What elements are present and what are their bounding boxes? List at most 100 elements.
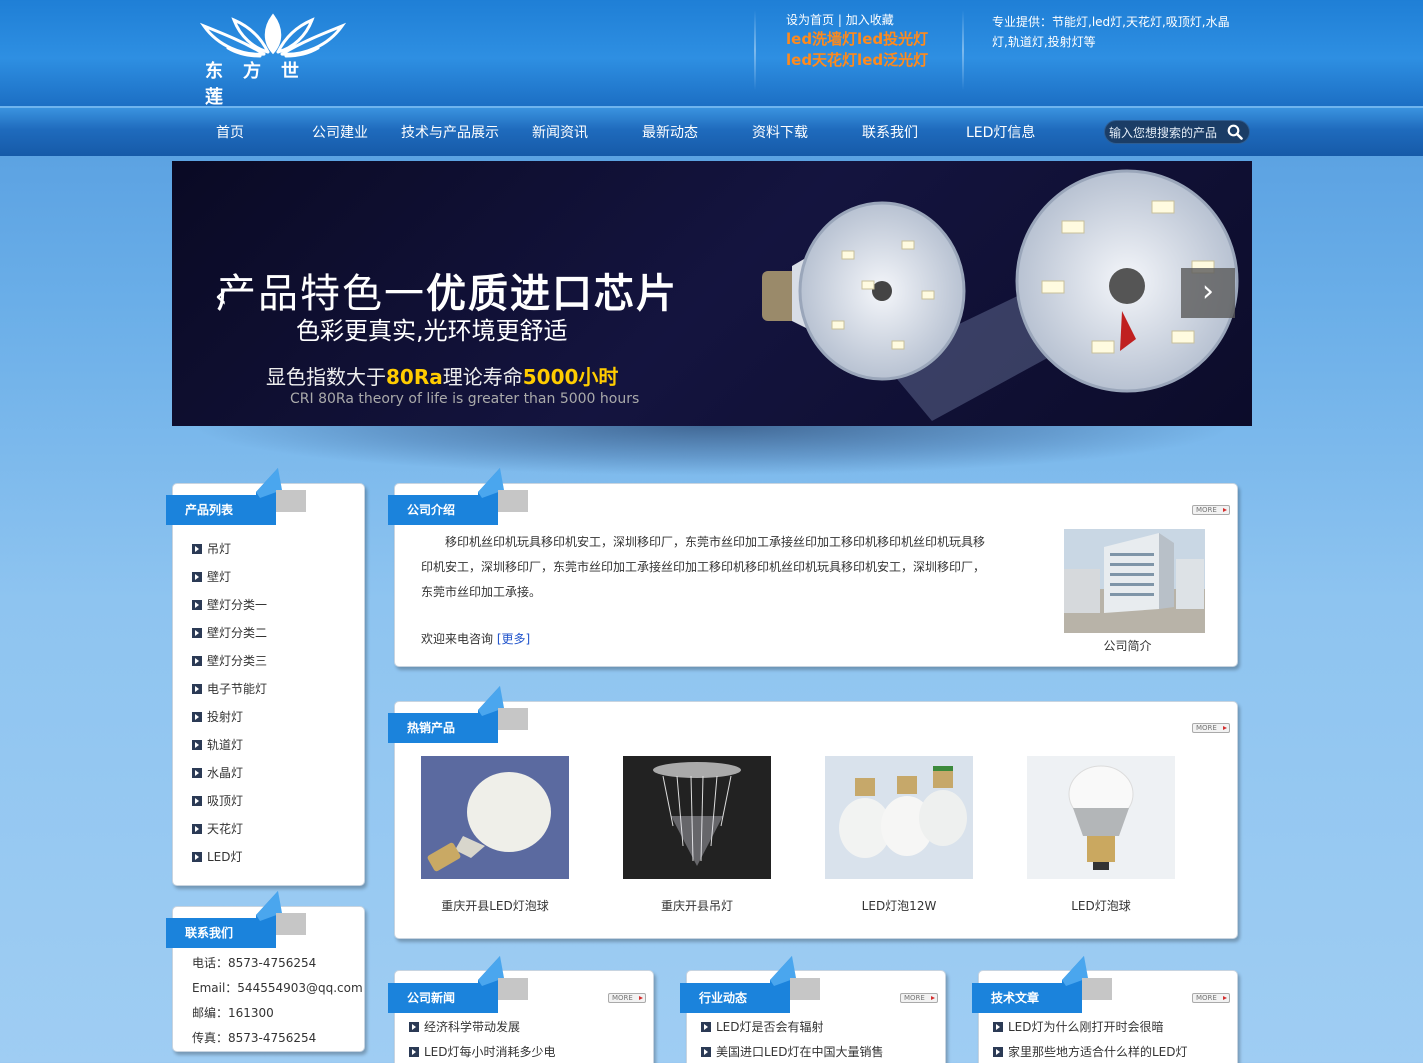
header-divider [754,10,756,90]
tab-flag-icon [478,686,528,730]
product-image-led-bulb[interactable] [421,756,569,879]
arrow-bullet-icon [192,796,202,806]
banner-english: CRI 80Ra theory of life is greater than … [290,391,640,407]
search-box [1104,120,1250,144]
arrow-bullet-icon [192,712,202,722]
arrow-bullet-icon [192,684,202,694]
list-item[interactable]: 壁灯分类一 [192,591,267,619]
main-nav: 首页 公司建业 技术与产品展示 新闻资讯 最新动态 资料下载 联系我们 LED灯… [0,106,1423,156]
product-caption[interactable]: 重庆开县吊灯 [617,897,777,914]
more-button[interactable]: MORE [900,993,938,1003]
product-image-led-globe[interactable] [1027,756,1175,879]
search-icon[interactable] [1227,124,1243,140]
link-separator: | [837,13,842,27]
search-input[interactable] [1109,124,1227,141]
top-links: 设为首页 | 加入收藏 [786,11,894,28]
led-bulb-image [762,169,1239,421]
tab-flag-icon [256,891,306,935]
tab-flag-icon [478,468,528,512]
list-item[interactable]: 投射灯 [192,703,267,731]
arrow-bullet-icon [192,768,202,778]
arrow-bullet-icon [192,656,202,666]
company-image-caption: 公司简介 [1103,639,1152,653]
add-favorite-link[interactable]: 加入收藏 [846,13,894,27]
contact-fax: 传真：8573-4756254 [192,1031,317,1045]
banner-subtitle: 色彩更真实,光环境更舒适 [296,317,568,345]
tab-flag-icon [1062,956,1112,1000]
arrow-bullet-icon [192,544,202,554]
nav-item-tech-products[interactable]: 技术与产品展示 [401,122,499,142]
contact-phone: 电话：8573-4756254 [192,956,317,970]
arrow-bullet-icon [701,1022,711,1032]
banner-prev-icon[interactable]: ‹ [200,271,242,321]
product-caption[interactable]: LED灯泡球 [1021,897,1181,914]
arrow-bullet-icon [192,852,202,862]
product-image-chandelier[interactable] [623,756,771,879]
more-button[interactable]: MORE [1192,505,1230,515]
more-button[interactable]: MORE [1192,723,1230,733]
header-divider [962,10,964,90]
list-item[interactable]: LED灯为什么刚打开时会很暗 [993,1015,1188,1040]
banner-next-icon[interactable]: › [1181,268,1235,318]
tech-articles-list: LED灯为什么刚打开时会很暗 家里那些地方适合什么样的LED灯 [993,1015,1188,1063]
arrow-bullet-icon [993,1047,1003,1057]
more-button[interactable]: MORE [608,993,646,1003]
nav-item-company[interactable]: 公司建业 [312,122,368,142]
product-image-led-12w[interactable] [825,756,973,879]
hero-banner: 产品特色一优质进口芯片 色彩更真实,光环境更舒适 显色指数大于80Ra理论寿命5… [172,161,1252,426]
contact-postcode: 邮编：161300 [192,1006,274,1020]
list-item[interactable]: LED灯 [192,843,267,871]
list-item[interactable]: 电子节能灯 [192,675,267,703]
contact-info: 电话：8573-4756254 Email：544554903@qq.com 邮… [192,951,363,1051]
nav-item-home[interactable]: 首页 [216,122,244,142]
list-item[interactable]: 家里那些地方适合什么样的LED灯 [993,1040,1188,1063]
arrow-bullet-icon [192,740,202,750]
nav-item-contact[interactable]: 联系我们 [862,122,918,142]
arrow-bullet-icon [701,1047,711,1057]
arrow-bullet-icon [192,572,202,582]
arrow-bullet-icon [192,600,202,610]
banner-shadow [190,426,1234,476]
nav-item-downloads[interactable]: 资料下载 [752,122,808,142]
nav-item-led-info[interactable]: LED灯信息 [966,122,1035,142]
more-button[interactable]: MORE [1192,993,1230,1003]
logo-text: 东方世莲 [205,61,319,108]
nav-item-news[interactable]: 新闻资讯 [532,122,588,142]
list-item[interactable]: LED灯是否会有辐射 [701,1015,884,1040]
set-homepage-link[interactable]: 设为首页 [786,13,834,27]
provide-text: 专业提供：节能灯,led灯,天花灯,吸顶灯,水晶灯,轨道灯,投射灯等 [992,15,1230,49]
contact-email: Email：544554903@qq.com [192,981,363,995]
site-header: 东方世莲 设为首页 | 加入收藏 led洗墙灯led投光灯 led天花灯led泛… [0,0,1423,108]
product-caption[interactable]: 重庆开县LED灯泡球 [415,897,575,914]
list-item[interactable]: 吊灯 [192,535,267,563]
tab-flag-icon [478,956,528,1000]
arrow-bullet-icon [409,1022,419,1032]
list-item[interactable]: 天花灯 [192,815,267,843]
list-item[interactable]: 壁灯分类二 [192,619,267,647]
list-item[interactable]: 美国进口LED灯在中国大量销售 [701,1040,884,1063]
arrow-bullet-icon [192,628,202,638]
welcome-line: 欢迎来电咨询 [更多] [421,632,531,646]
arrow-bullet-icon [993,1022,1003,1032]
list-item[interactable]: 壁灯分类三 [192,647,267,675]
highlight-line-2: led天花灯led泛光灯 [786,51,929,69]
list-item[interactable]: LED灯每小时消耗多少电 [409,1040,556,1063]
list-item[interactable]: 壁灯 [192,563,267,591]
arrow-bullet-icon [192,824,202,834]
list-item[interactable]: 水晶灯 [192,759,267,787]
nav-item-latest[interactable]: 最新动态 [642,122,698,142]
highlight-line-1: led洗墙灯led投光灯 [786,30,929,48]
more-link[interactable]: [更多] [497,632,530,646]
list-item[interactable]: 吸顶灯 [192,787,267,815]
tab-flag-icon [770,956,820,1000]
company-news-list: 经济科学带动发展 LED灯每小时消耗多少电 [409,1015,556,1063]
company-building-image[interactable] [1064,529,1205,633]
list-item[interactable]: 轨道灯 [192,731,267,759]
product-list: 吊灯 壁灯 壁灯分类一 壁灯分类二 壁灯分类三 电子节能灯 投射灯 轨道灯 水晶… [192,535,267,871]
arrow-bullet-icon [409,1047,419,1057]
intro-text: 移印机丝印机玩具移印机安工，深圳移印厂，东莞市丝印加工承接丝印加工移印机移印机丝… [421,535,986,599]
list-item[interactable]: 经济科学带动发展 [409,1015,556,1040]
tab-flag-icon [256,468,306,512]
industry-news-list: LED灯是否会有辐射 美国进口LED灯在中国大量销售 [701,1015,884,1063]
product-caption[interactable]: LED灯泡12W [819,897,979,914]
